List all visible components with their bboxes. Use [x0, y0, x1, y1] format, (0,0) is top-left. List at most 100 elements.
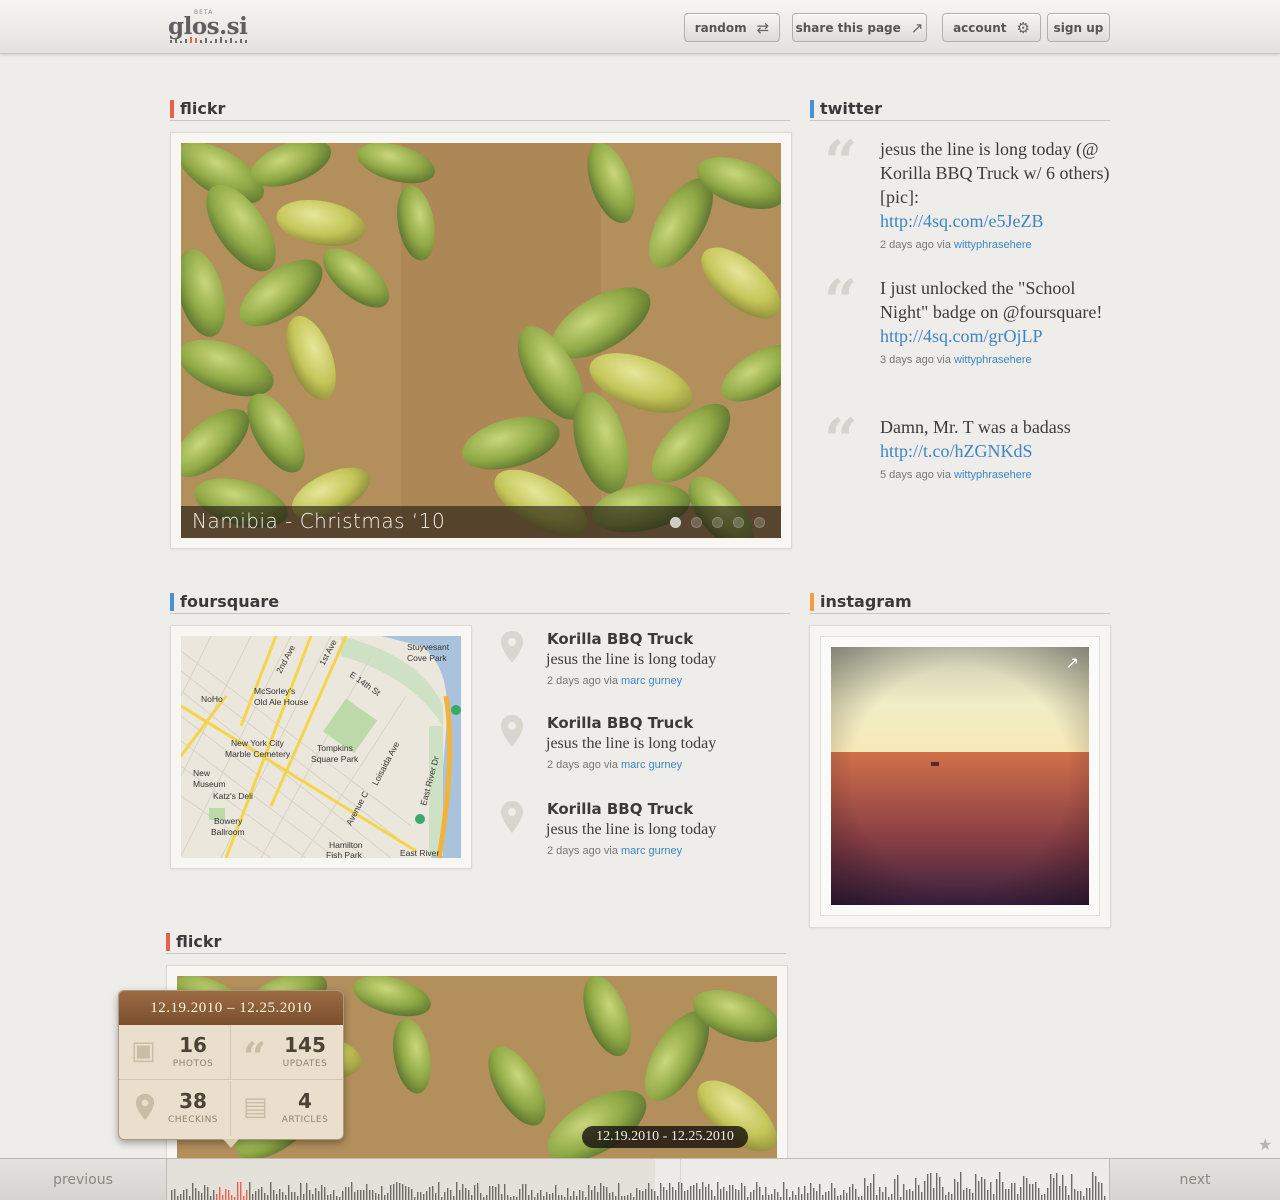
activity-bar	[1059, 1186, 1061, 1200]
activity-bar	[645, 1189, 647, 1200]
activity-bar	[462, 1184, 464, 1200]
activity-timeline[interactable]	[166, 1159, 1110, 1200]
tweet-link[interactable]: http://4sq.com/e5JeZB	[880, 211, 1044, 231]
logo[interactable]: BETA glos.si	[168, 6, 258, 46]
activity-bar	[678, 1182, 680, 1200]
activity-bar	[504, 1184, 506, 1200]
svg-text:Cove Park: Cove Park	[407, 653, 447, 663]
slide-dot-3[interactable]	[712, 517, 723, 528]
activity-bar	[711, 1190, 713, 1200]
activity-bar	[582, 1191, 584, 1200]
sign-up-button[interactable]: sign up	[1047, 13, 1110, 42]
quote-icon: “	[243, 1034, 267, 1081]
activity-bar	[702, 1182, 704, 1200]
tweet-via-link[interactable]: wittyphrasehere	[954, 354, 1032, 366]
activity-bar	[987, 1190, 989, 1200]
svg-text:NoHo: NoHo	[201, 694, 223, 704]
activity-bar	[354, 1192, 356, 1200]
tweet-text: Damn, Mr. T was a badass	[880, 417, 1071, 437]
flickr-photo[interactable]: Namibia - Christmas ‘10	[181, 143, 781, 538]
external-link-icon[interactable]: ↗	[1066, 653, 1079, 672]
street-map-art: StuyvesantCove Park NoHo McSorley'sOld A…	[181, 636, 461, 858]
activity-bar	[642, 1191, 644, 1200]
activity-bar	[528, 1195, 530, 1200]
activity-bar	[210, 1196, 212, 1200]
next-button[interactable]: next	[1110, 1159, 1280, 1200]
tweet-meta: 3 days ago via wittyphrasehere	[880, 348, 1110, 372]
stats-checkins[interactable]: 38 CHECKINS	[119, 1081, 231, 1136]
activity-bar	[432, 1186, 434, 1200]
checkin-item[interactable]: Korilla BBQ Truck jesus the line is long…	[500, 630, 780, 692]
activity-bar	[729, 1185, 731, 1200]
activity-bar	[984, 1179, 986, 1200]
activity-bar	[525, 1184, 527, 1200]
activity-bar	[1041, 1195, 1043, 1200]
activity-bar	[690, 1186, 692, 1200]
activity-bar	[312, 1194, 314, 1200]
activity-bar	[531, 1190, 533, 1200]
activity-bar	[468, 1190, 470, 1200]
succulent-photo-art	[181, 143, 781, 538]
popup-pointer	[223, 1139, 239, 1148]
instagram-photo[interactable]: ↗	[831, 647, 1089, 905]
stats-updates[interactable]: “ 145 UPDATES	[231, 1025, 343, 1080]
checkin-meta: 2 days ago via marc gurney	[547, 845, 682, 857]
checkin-user-link[interactable]: marc gurney	[621, 759, 682, 771]
checkin-meta: 2 days ago via marc gurney	[547, 675, 682, 687]
slide-dot-2[interactable]	[691, 517, 702, 528]
slide-dot-1[interactable]	[670, 517, 681, 528]
activity-bar	[864, 1178, 866, 1200]
share-button[interactable]: share this page ↗	[792, 13, 927, 42]
twitter-section-heading: twitter	[810, 99, 1110, 121]
tweet-meta: 2 days ago via wittyphrasehere	[880, 233, 1110, 257]
activity-bar	[1032, 1184, 1034, 1200]
activity-bar	[762, 1195, 764, 1200]
activity-bar	[594, 1186, 596, 1200]
checkin-item[interactable]: Korilla BBQ Truck jesus the line is long…	[500, 714, 780, 776]
flickr-section-heading-2: flickr	[166, 932, 786, 954]
svg-text:Tompkins: Tompkins	[317, 743, 353, 753]
activity-bar	[909, 1189, 911, 1200]
activity-bar	[696, 1183, 698, 1200]
activity-bar	[738, 1190, 740, 1200]
activity-bar	[795, 1195, 797, 1200]
foursquare-section-heading: foursquare	[170, 592, 790, 614]
activity-bar	[321, 1185, 323, 1200]
activity-bar	[561, 1195, 563, 1200]
stats-articles[interactable]: ▤ 4 ARTICLES	[231, 1081, 343, 1136]
stats-photos[interactable]: ▣ 16 PHOTOS	[119, 1025, 231, 1080]
tweet-via-link[interactable]: wittyphrasehere	[954, 469, 1032, 481]
tweet-via-link[interactable]: wittyphrasehere	[954, 239, 1032, 251]
slide-dot-4[interactable]	[733, 517, 744, 528]
svg-text:Old Ale House: Old Ale House	[254, 697, 309, 707]
activity-bar	[687, 1190, 689, 1200]
star-icon[interactable]: ★	[1258, 1135, 1272, 1154]
account-button[interactable]: account ⚙	[942, 13, 1041, 42]
activity-bar	[849, 1187, 851, 1200]
activity-bar	[753, 1190, 755, 1200]
checkin-user-link[interactable]: marc gurney	[621, 845, 682, 857]
activity-bar	[423, 1194, 425, 1200]
tweet-link[interactable]: http://4sq.com/grOjLP	[880, 326, 1043, 346]
previous-button[interactable]: previous	[0, 1159, 166, 1200]
activity-bar	[213, 1190, 215, 1200]
activity-bar	[618, 1183, 620, 1200]
checkin-user-link[interactable]: marc gurney	[621, 675, 682, 687]
activity-bar	[936, 1173, 938, 1200]
twitter-accent-mark	[810, 100, 814, 118]
activity-bar	[948, 1192, 950, 1200]
activity-bar	[609, 1193, 611, 1200]
activity-bar	[198, 1191, 200, 1200]
activity-bar	[195, 1188, 197, 1200]
activity-bar	[228, 1190, 230, 1200]
random-button[interactable]: random ⇄	[684, 13, 780, 42]
svg-text:Square Park: Square Park	[311, 754, 359, 764]
activity-bar	[1029, 1184, 1031, 1200]
activity-bar	[885, 1187, 887, 1200]
location-pin-icon	[501, 631, 523, 663]
activity-bar	[963, 1190, 965, 1200]
tweet-link[interactable]: http://t.co/hZGNKdS	[880, 441, 1033, 461]
checkin-item[interactable]: Korilla BBQ Truck jesus the line is long…	[500, 800, 780, 862]
slide-dot-5[interactable]	[754, 517, 765, 528]
foursquare-map[interactable]: Stuyvesant Cove Park NoHo McSorley's Old A…	[181, 636, 461, 858]
